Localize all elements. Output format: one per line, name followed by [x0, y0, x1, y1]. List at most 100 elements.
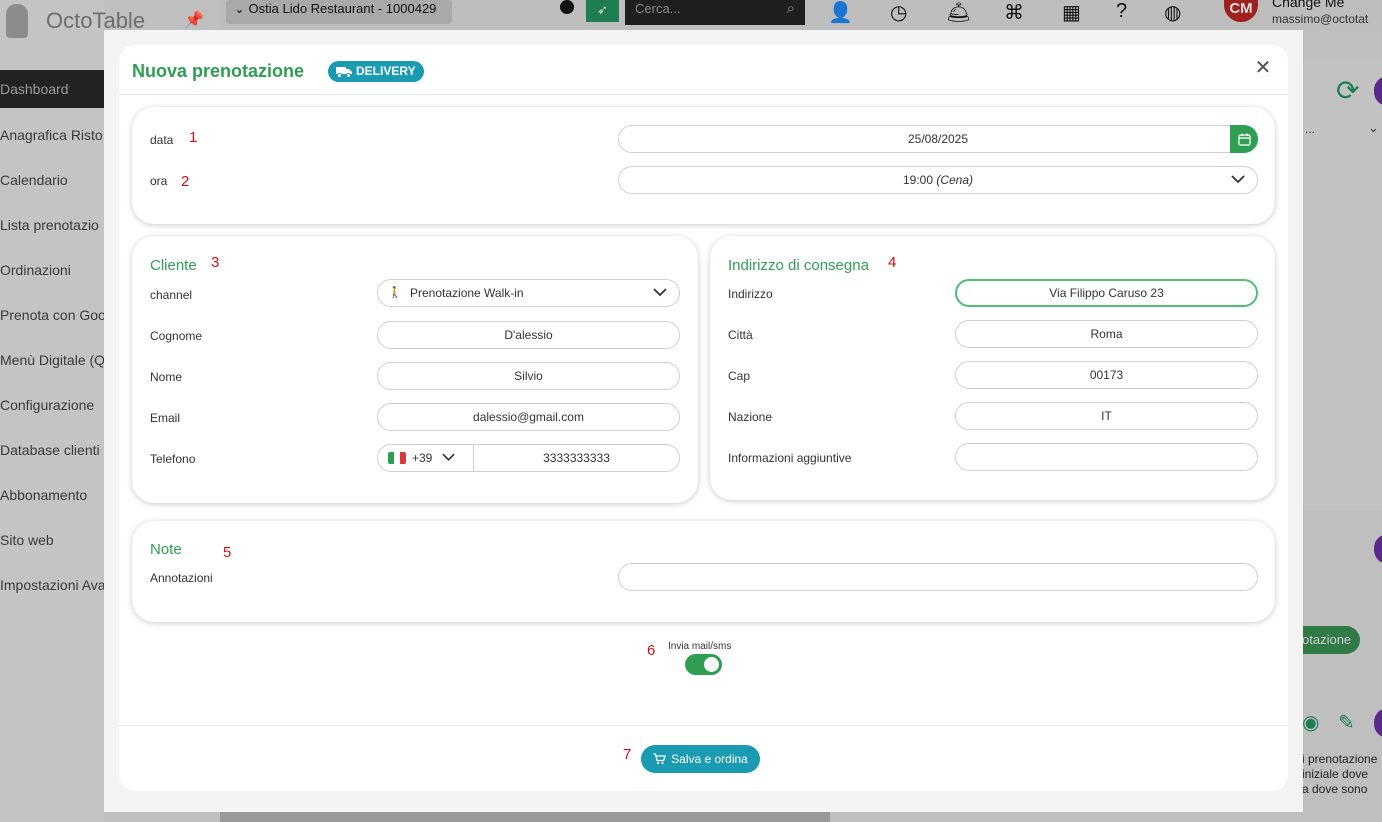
annotation-2: 2: [181, 173, 190, 190]
chevron-down-icon: [1231, 167, 1245, 193]
right-info-text: i prenotazione iniziale dove a dove sono: [1302, 752, 1377, 797]
refresh-icon[interactable]: ⟳: [1336, 74, 1359, 107]
calendar-icon: [1237, 133, 1251, 146]
save-and-order-button[interactable]: Salva e ordina: [641, 745, 760, 773]
date-time-card: data 1 25/08/2025 ora 2 19:00 (Cena): [132, 107, 1275, 224]
clock-icon[interactable]: ◷: [890, 0, 907, 25]
annotazioni-label: Annotazioni: [150, 571, 213, 585]
email-field[interactable]: dalessio@gmail.com: [377, 403, 680, 431]
cap-label: Cap: [728, 369, 751, 383]
modal-title: Nuova prenotazione: [132, 61, 305, 81]
delivery-badge-label: DELIVERY: [356, 64, 416, 78]
delivery-badge: DELIVERY: [328, 61, 424, 82]
sidebar-item-sito-web[interactable]: Sito web: [0, 520, 104, 565]
right-text-line: a dove sono: [1302, 782, 1368, 796]
citta-value: Roma: [1090, 327, 1123, 341]
annotazioni-field[interactable]: [618, 563, 1258, 591]
user-email: massimo@octotat: [1272, 12, 1369, 26]
search-placeholder: Cerca...: [635, 1, 681, 16]
citta-label: Città: [728, 328, 753, 342]
phone-number-input[interactable]: 3333333333: [474, 445, 679, 471]
help-icon[interactable]: ?: [1116, 0, 1127, 23]
right-select-value[interactable]: ...: [1305, 122, 1315, 136]
nome-field[interactable]: Silvio: [377, 362, 680, 390]
cap-field[interactable]: 00173: [955, 361, 1258, 389]
rocket-icon: ➶: [597, 2, 608, 17]
nazione-field[interactable]: IT: [955, 402, 1258, 430]
user-name: Change Me: [1272, 0, 1345, 10]
time-select[interactable]: 19:00 (Cena): [618, 166, 1258, 194]
right-text-line: iniziale dove: [1302, 767, 1369, 781]
service-bell-icon[interactable]: 🛎: [946, 0, 971, 25]
time-value: 19:00: [902, 173, 933, 187]
sidebar-item-dashboard[interactable]: Dashboard: [0, 70, 104, 108]
walk-in-icon: 🚶: [388, 287, 402, 299]
info-field[interactable]: [955, 443, 1258, 471]
notify-toggle[interactable]: [685, 654, 722, 675]
date-field[interactable]: 25/08/2025: [618, 125, 1258, 153]
edit-icon[interactable]: ✎: [1338, 710, 1355, 735]
phone-number-value: 3333333333: [543, 451, 610, 465]
telefono-label: Telefono: [150, 452, 196, 466]
chevron-down-icon: [653, 280, 667, 306]
indirizzo-field[interactable]: Via Filippo Caruso 23: [955, 279, 1258, 307]
add-user-icon[interactable]: 👤: [828, 0, 853, 25]
annotation-7: 7: [623, 746, 632, 763]
calculator-icon[interactable]: ▦: [1062, 0, 1081, 25]
sidebar-item-calendario[interactable]: Calendario: [0, 160, 104, 205]
search-icon[interactable]: ⌕: [787, 0, 795, 17]
octopus-logo-icon: [6, 4, 28, 38]
sidebar-item-ordinazioni[interactable]: Ordinazioni: [0, 250, 104, 295]
eye-icon[interactable]: ◉: [1302, 710, 1319, 735]
user-info[interactable]: Change Me massimo@octotat: [1272, 0, 1368, 28]
annotation-3: 3: [211, 254, 220, 271]
toggle-knob: [704, 657, 719, 672]
purple-tab-indicator: [1374, 708, 1382, 738]
truck-icon: [336, 66, 352, 78]
date-value: 25/08/2025: [907, 132, 969, 146]
annotation-1: 1: [189, 129, 198, 146]
modal-footer: 7 Salva e ordina: [119, 725, 1288, 791]
nome-value: Silvio: [514, 369, 543, 383]
bottom-strip: [220, 812, 830, 822]
indirizzo-value: Via Filippo Caruso 23: [1049, 286, 1164, 300]
status-dot-icon: [560, 0, 574, 14]
sidebar-item-configurazione[interactable]: Configurazione: [0, 385, 104, 430]
note-card: Note 5 Annotazioni: [132, 521, 1275, 622]
sidebar-item-prenota-google[interactable]: Prenota con Goo: [0, 295, 104, 340]
sidebar-item-database-clienti[interactable]: Database clienti: [0, 430, 104, 475]
sidebar-item-impostazioni[interactable]: Impostazioni Ava: [0, 565, 104, 610]
chevron-down-icon: [438, 451, 456, 465]
sidebar-item-anagrafica[interactable]: Anagrafica Risto: [0, 115, 104, 160]
sidebar-item-menu-digitale[interactable]: Menù Digitale (Q: [0, 340, 104, 385]
annotation-4: 4: [888, 254, 897, 271]
email-value: dalessio@gmail.com: [473, 410, 584, 424]
annotation-5: 5: [223, 544, 232, 561]
right-text-line: i prenotazione: [1302, 752, 1378, 766]
purple-tab-indicator: [1374, 534, 1382, 564]
calendar-button[interactable]: [1230, 125, 1258, 153]
close-icon[interactable]: ✕: [1254, 58, 1272, 78]
new-reservation-modal: Nuova prenotazione DELIVERY ✕ data 1 25/…: [119, 45, 1288, 791]
restaurant-selector[interactable]: ⌄ Ostia Lido Restaurant - 1000429: [226, 0, 452, 24]
info-label: Informazioni aggiuntive: [728, 451, 852, 465]
prenotazione-button[interactable]: otazione: [1298, 626, 1360, 654]
nazione-value: IT: [1101, 409, 1112, 423]
sitemap-icon[interactable]: ⌘: [1004, 0, 1024, 25]
phone-prefix-select[interactable]: +39: [378, 445, 474, 471]
pin-icon[interactable]: 📌: [184, 10, 204, 30]
cap-value: 00173: [1089, 368, 1124, 382]
restaurant-selector-label: Ostia Lido Restaurant - 1000429: [248, 1, 437, 16]
phone-prefix-value: +39: [412, 451, 433, 465]
globe-icon[interactable]: ◍: [1164, 0, 1181, 25]
cognome-label: Cognome: [150, 329, 203, 343]
cognome-field[interactable]: D'alessio: [377, 321, 680, 349]
cliente-card: Cliente 3 channel 🚶 Prenotazione Walk-in…: [132, 236, 698, 503]
sidebar-item-abbonamento[interactable]: Abbonamento: [0, 475, 104, 520]
rocket-button[interactable]: ➶: [586, 0, 619, 22]
sidebar-item-lista-prenotazioni[interactable]: Lista prenotazio: [0, 205, 104, 250]
search-input[interactable]: Cerca... ⌕: [625, 0, 805, 25]
channel-select[interactable]: 🚶 Prenotazione Walk-in: [377, 279, 680, 307]
citta-field[interactable]: Roma: [955, 320, 1258, 348]
chevron-down-icon: ⌄: [1368, 120, 1379, 135]
